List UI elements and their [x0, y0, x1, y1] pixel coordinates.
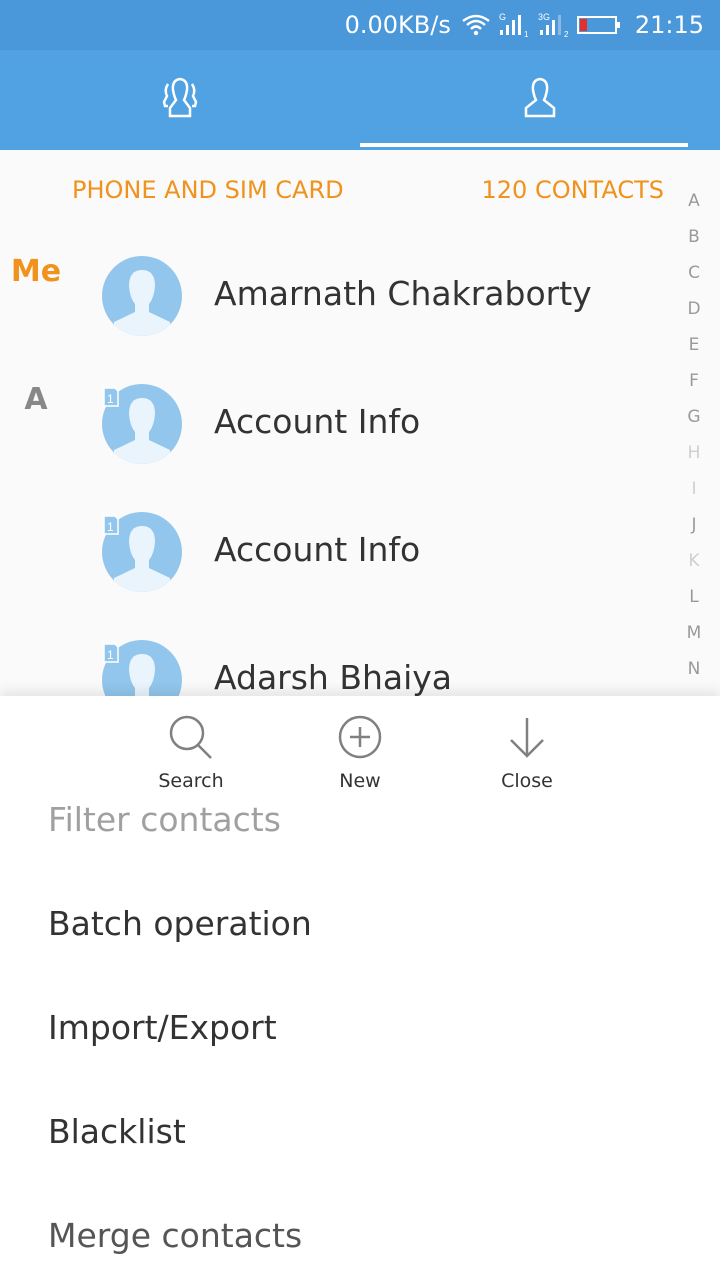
sim-badge: 1 — [107, 648, 114, 662]
battery-low-icon — [576, 14, 621, 36]
menu-item-batch-operation[interactable]: Batch operation — [48, 904, 312, 943]
svg-text:3G: 3G — [538, 12, 550, 22]
tab-groups[interactable] — [0, 50, 360, 150]
avatar — [102, 256, 182, 336]
contact-row[interactable]: Me Amarnath Chakraborty — [0, 216, 670, 344]
index-letter[interactable]: L — [689, 584, 698, 620]
avatar: 1 — [102, 384, 182, 464]
contact-name: Amarnath Chakraborty — [214, 274, 592, 313]
contact-row[interactable]: 1 Account Info — [0, 472, 670, 600]
account-filter-label[interactable]: PHONE AND SIM CARD — [72, 176, 344, 204]
close-button[interactable]: Close — [472, 712, 582, 792]
new-label: New — [339, 770, 381, 792]
menu-item-merge-contacts[interactable]: Merge contacts — [48, 1216, 302, 1255]
new-contact-button[interactable]: New — [305, 712, 415, 792]
avatar: 1 — [102, 640, 182, 696]
signal-sim2-icon: 3G 2 — [537, 12, 571, 38]
index-letter[interactable]: B — [688, 224, 700, 260]
search-icon — [166, 715, 216, 766]
signal-sim1-icon: G1 — [497, 12, 531, 38]
index-letter[interactable]: I — [691, 476, 696, 512]
add-circle-icon — [335, 715, 385, 766]
groups-icon — [158, 76, 202, 124]
sim-badge: 1 — [107, 392, 114, 406]
tab-contacts[interactable] — [360, 50, 720, 150]
search-label: Search — [158, 770, 224, 792]
avatar: 1 — [102, 512, 182, 592]
tab-bar — [0, 50, 720, 150]
sim-badge: 1 — [107, 520, 114, 534]
index-letter[interactable]: F — [689, 368, 699, 404]
arrow-down-icon — [502, 718, 552, 766]
menu-item-filter-contacts[interactable]: Filter contacts — [48, 800, 281, 839]
person-icon — [518, 76, 562, 124]
svg-text:2: 2 — [564, 30, 569, 38]
section-label: Me — [10, 254, 62, 289]
index-letter[interactable]: J — [691, 512, 696, 548]
index-letter[interactable]: K — [688, 548, 699, 584]
index-letter[interactable]: E — [689, 332, 700, 368]
list-header: PHONE AND SIM CARD 120 CONTACTS — [0, 176, 720, 208]
menu-item-blacklist[interactable]: Blacklist — [48, 1112, 186, 1151]
contact-row[interactable]: A 1 Account Info — [0, 344, 670, 472]
network-speed: 0.00KB/s — [344, 11, 451, 39]
close-label: Close — [501, 770, 553, 792]
index-letter[interactable]: C — [688, 260, 700, 296]
alphabet-index[interactable]: ABCDEFGHIJKLMN — [682, 188, 706, 692]
index-letter[interactable]: M — [687, 620, 702, 656]
menu-item-import-export[interactable]: Import/Export — [48, 1008, 277, 1047]
clock: 21:15 — [634, 11, 704, 39]
contact-row[interactable]: 1 Adarsh Bhaiya — [0, 600, 670, 696]
contact-count: 120 CONTACTS — [481, 176, 664, 204]
index-letter[interactable]: D — [687, 296, 700, 332]
section-label: A — [24, 382, 48, 417]
index-letter[interactable]: A — [688, 188, 700, 224]
contact-list[interactable]: PHONE AND SIM CARD 120 CONTACTS ABCDEFGH… — [0, 150, 720, 696]
status-bar: 0.00KB/s G1 3G 2 21:15 — [0, 0, 720, 50]
wifi-icon — [461, 13, 491, 37]
svg-text:G: G — [499, 12, 506, 22]
index-letter[interactable]: G — [687, 404, 700, 440]
index-letter[interactable]: H — [688, 440, 701, 476]
bottom-sheet-menu: Search New Close Filter contacts Batch o… — [0, 696, 720, 1280]
search-button[interactable]: Search — [136, 712, 246, 792]
contact-name: Account Info — [214, 530, 421, 569]
contact-name: Adarsh Bhaiya — [214, 658, 453, 696]
contact-name: Account Info — [214, 402, 421, 441]
index-letter[interactable]: N — [688, 656, 701, 692]
svg-text:1: 1 — [524, 30, 529, 38]
action-row: Search New Close — [0, 712, 720, 802]
